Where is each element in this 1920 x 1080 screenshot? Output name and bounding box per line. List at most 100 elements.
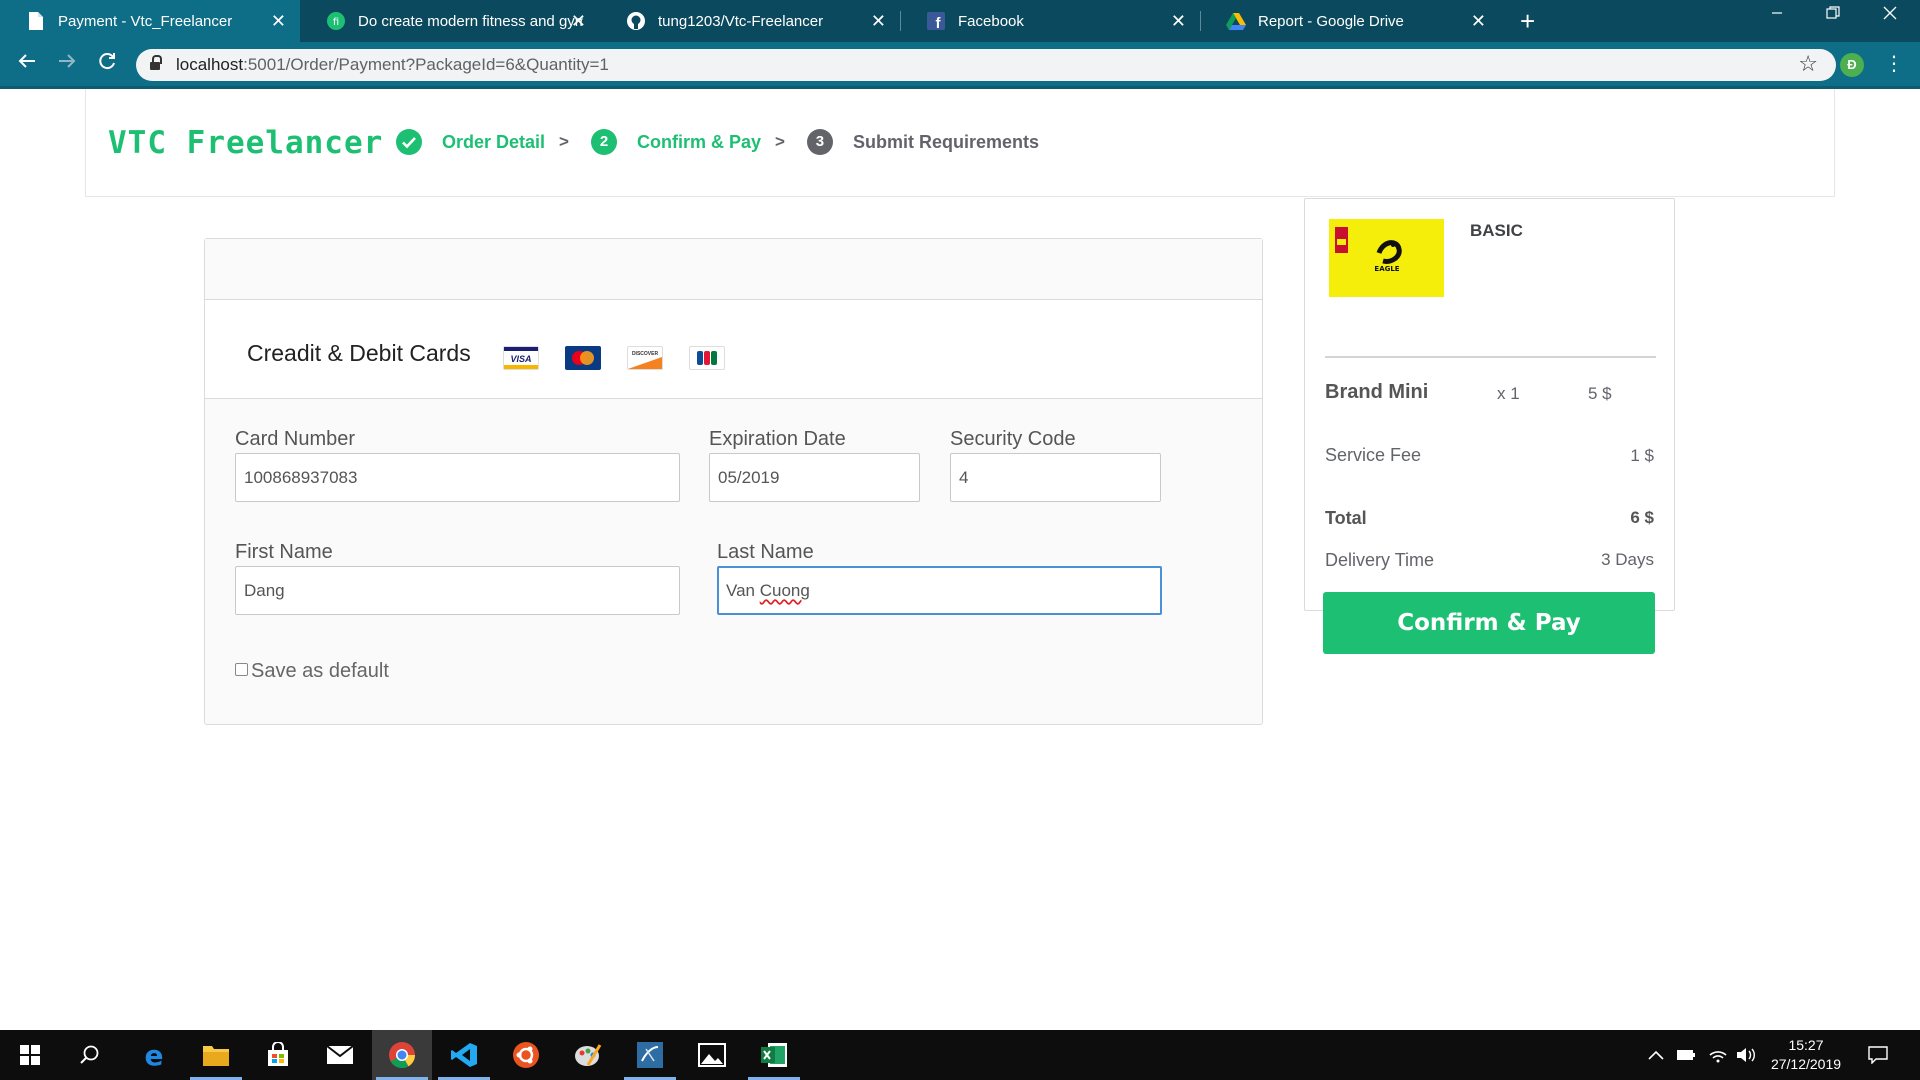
sql-server-icon[interactable]	[620, 1030, 680, 1080]
step-order-detail[interactable]: Order Detail	[442, 132, 545, 153]
save-default-checkbox[interactable]	[235, 663, 248, 676]
github-icon	[626, 11, 646, 31]
site-logo[interactable]: VTC Freelancer	[108, 125, 383, 161]
step-number-2: 2	[590, 129, 617, 155]
tray-chevron-icon[interactable]	[1648, 1030, 1664, 1080]
wifi-icon[interactable]	[1708, 1030, 1728, 1080]
browser-toolbar: localhost:5001/Order/Payment?PackageId=6…	[0, 42, 1920, 86]
item-quantity: x 1	[1497, 384, 1520, 403]
step-submit-requirements: Submit Requirements	[852, 131, 1039, 152]
edge-icon[interactable]: e	[124, 1030, 184, 1080]
payment-method-title: Creadit & Debit Cards	[247, 340, 471, 366]
vscode-icon[interactable]	[434, 1030, 494, 1080]
profile-avatar[interactable]: Đ	[1840, 53, 1864, 77]
tab-google-drive[interactable]: Report - Google Drive ✕	[1200, 0, 1500, 42]
document-icon	[26, 11, 46, 31]
bookmark-star-icon[interactable]: ☆	[1798, 51, 1818, 77]
first-name-input[interactable]: Dang	[235, 566, 680, 615]
close-window-icon[interactable]	[1870, 6, 1910, 25]
url-text: localhost:5001/Order/Payment?PackageId=6…	[176, 55, 609, 74]
security-code-input[interactable]: 4	[950, 453, 1161, 502]
battery-icon[interactable]	[1676, 1030, 1696, 1080]
tab-payment[interactable]: Payment - Vtc_Freelancer ✕	[0, 0, 300, 42]
restore-icon[interactable]	[1813, 6, 1853, 25]
tab-title: Payment - Vtc_Freelancer	[58, 12, 233, 30]
excel-icon[interactable]	[744, 1030, 804, 1080]
photos-icon[interactable]	[682, 1030, 742, 1080]
last-name-input[interactable]: Van Cuong	[717, 566, 1162, 615]
svg-text:fi: fi	[333, 17, 339, 28]
close-icon[interactable]: ✕	[1171, 11, 1186, 31]
page-header: VTC Freelancer Order Detail > 2 Confirm …	[85, 89, 1835, 197]
service-fee-value: 1 $	[1630, 446, 1654, 465]
payment-method[interactable]: Creadit & Debit Cards VISA DISCOVER	[205, 300, 1262, 399]
svg-text:EAGLE: EAGLE	[1374, 265, 1399, 273]
google-drive-icon	[1226, 11, 1246, 31]
expiration-date-label: Expiration Date	[709, 428, 846, 450]
item-price: 5 $	[1588, 384, 1612, 403]
expiration-date-input[interactable]: 05/2019	[709, 453, 920, 502]
package-thumbnail[interactable]: EAGLE	[1329, 219, 1444, 297]
step-confirm-pay[interactable]: Confirm & Pay	[637, 132, 761, 153]
jcb-icon	[689, 346, 725, 370]
item-name: Brand Mini	[1325, 381, 1429, 403]
step-separator: >	[559, 132, 569, 151]
tab-title: Report - Google Drive	[1258, 12, 1404, 30]
payment-header	[205, 239, 1262, 300]
delivery-time-label: Delivery Time	[1325, 550, 1435, 570]
first-name-label: First Name	[235, 541, 333, 563]
security-code-label: Security Code	[950, 428, 1076, 450]
close-icon[interactable]: ✕	[1471, 11, 1486, 31]
card-number-label: Card Number	[235, 428, 356, 450]
volume-icon[interactable]	[1736, 1030, 1756, 1080]
delivery-time-value: 3 Days	[1601, 550, 1654, 569]
reload-icon[interactable]	[92, 50, 122, 78]
minimize-icon[interactable]	[1757, 6, 1797, 24]
last-name-label: Last Name	[717, 541, 814, 563]
browser-tab-strip: Payment - Vtc_Freelancer ✕ fi Do create …	[0, 0, 1920, 42]
close-icon[interactable]: ✕	[271, 11, 286, 31]
facebook-icon: f	[926, 11, 946, 31]
close-icon[interactable]: ✕	[871, 11, 886, 31]
store-icon[interactable]	[248, 1030, 308, 1080]
clock-date: 27/12/2019	[1770, 1056, 1842, 1072]
summary-divider	[1325, 356, 1656, 358]
svg-text:VISA: VISA	[510, 354, 531, 364]
total-value: 6 $	[1630, 508, 1654, 527]
search-icon[interactable]	[60, 1030, 120, 1080]
card-number-input[interactable]: 100868937083	[235, 453, 680, 502]
mail-icon[interactable]	[310, 1030, 370, 1080]
notification-icon[interactable]	[1868, 1030, 1888, 1080]
paint-icon[interactable]	[558, 1030, 618, 1080]
svg-text:e: e	[145, 1041, 164, 1069]
lock-icon	[150, 55, 162, 71]
visa-icon: VISA	[503, 346, 539, 370]
step-separator: >	[775, 132, 785, 151]
tab-github[interactable]: tung1203/Vtc-Freelancer ✕	[600, 0, 900, 42]
step-number-3: 3	[806, 129, 833, 155]
clock-time: 15:27	[1788, 1037, 1824, 1053]
order-summary: EAGLE BASIC Brand Mini x 1 5 $ Service F…	[1304, 198, 1675, 611]
save-default-label: Save as default	[251, 660, 389, 682]
system-clock[interactable]: 15:27 27/12/2019	[1766, 1036, 1846, 1074]
forward-arrow-icon[interactable]	[52, 50, 82, 78]
discover-icon: DISCOVER	[627, 346, 663, 370]
chrome-icon[interactable]	[372, 1030, 432, 1080]
more-menu-icon[interactable]: ⋮	[1884, 51, 1904, 77]
ubuntu-icon[interactable]	[496, 1030, 556, 1080]
windows-taskbar: e 15:27 27/12/2019	[0, 1030, 1920, 1080]
tab-facebook[interactable]: f Facebook ✕	[900, 0, 1200, 42]
total-label: Total	[1325, 508, 1367, 528]
tab-fiverr[interactable]: fi Do create modern fitness and gym ✕	[300, 0, 600, 42]
windows-start-icon[interactable]	[0, 1030, 60, 1080]
new-tab-button[interactable]: +	[1520, 8, 1535, 34]
close-icon[interactable]: ✕	[571, 11, 586, 31]
address-bar[interactable]: localhost:5001/Order/Payment?PackageId=6…	[136, 49, 1836, 81]
check-icon	[396, 129, 422, 155]
package-name: BASIC	[1470, 221, 1523, 240]
tab-title: Do create modern fitness and gym	[358, 12, 583, 30]
back-arrow-icon[interactable]	[12, 50, 42, 78]
confirm-pay-button[interactable]: Confirm & Pay	[1323, 592, 1655, 654]
svg-text:DISCOVER: DISCOVER	[632, 351, 659, 357]
file-explorer-icon[interactable]	[186, 1030, 246, 1080]
